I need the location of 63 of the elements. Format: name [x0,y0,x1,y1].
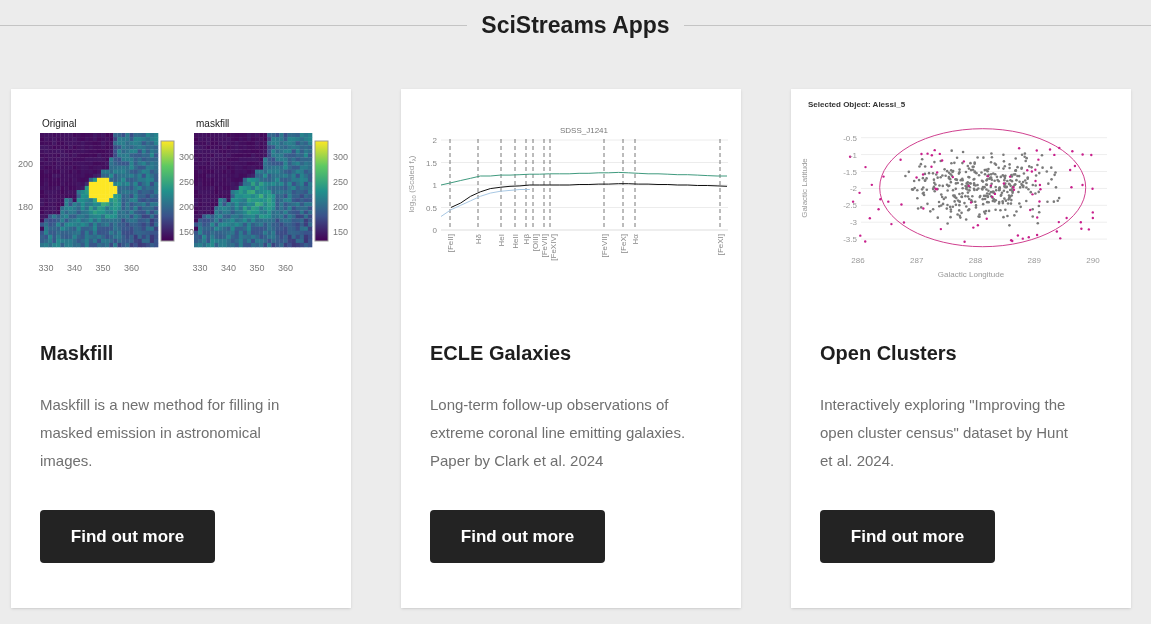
plot-title: Original [42,118,77,129]
plot-title: maskfill [196,118,230,129]
tick-label: -1 [849,150,857,160]
card-description: Long-term follow-up observations of extreme coronal line emitting galaxies. Paper by Clark et al. 2024 [430,395,687,471]
find-out-more-button[interactable]: Find out more [40,510,215,563]
line-label: Hδ [474,234,483,245]
line-label: [FeVII] [600,234,609,258]
tick-label: -3 [849,218,857,228]
card-description: Interactively exploring "Improving the open cluster census" dataset by Hunt et al. 2024. [820,395,1069,471]
card-description: Maskfill is a new method for filling in masked emission in astronomical images. [40,395,281,471]
tick-label: 289 [1027,256,1041,265]
tick-label: 340 [221,263,236,273]
card-title: Open Clusters [820,341,958,366]
line-label: [OIII] [530,234,540,252]
line-label: [FeXIV] [548,234,558,261]
tick-label: 250 [179,177,195,187]
tick-label: 200 [333,202,349,212]
tick-label: 360 [124,263,139,273]
line-label: HeII [511,234,520,249]
tick-label: 300 [179,152,195,162]
tick-label: 350 [95,263,111,273]
tick-label: -3.5 [843,235,857,245]
tick-label: 0 [432,226,437,235]
line-label: [FeII] [446,234,455,253]
find-out-more-button[interactable]: Find out more [430,510,605,563]
line-label: Hα [631,234,640,245]
tick-label: 200 [17,159,33,169]
axis-label: Galactic Longitude [937,270,1005,279]
card-title: ECLE Galaxies [430,341,573,366]
line-label: [FeX] [619,234,628,254]
tick-label: 180 [17,202,33,212]
tick-label: 330 [38,263,54,273]
tick-label: 0.5 [425,203,437,213]
tick-label: 360 [278,263,293,273]
tick-label: 330 [192,263,208,273]
tick-label: 300 [333,152,349,162]
line-label: [FeVII] [540,234,549,258]
tick-label: -0.5 [843,133,857,143]
tick-label: 2 [432,136,437,145]
axis-label: Galactic Latitude [800,158,809,218]
card-title: Maskfill [40,341,115,366]
tick-label: 150 [179,227,195,237]
tick-label: 1 [432,181,437,190]
plot-title: SDSS_J1241 [560,126,608,135]
page-title: SciStreams Apps [480,10,671,40]
tick-label: 1.5 [425,158,437,168]
tick-label: -2.5 [843,201,857,211]
find-out-more-button[interactable]: Find out more [820,510,995,563]
tick-label: 250 [333,177,349,187]
tick-label: -1.5 [843,167,857,177]
line-label: Hβ [522,234,531,245]
tick-label: 286 [851,256,865,265]
line-label: [FeXI] [716,234,725,256]
tick-label: 288 [968,256,983,265]
tick-label: 350 [249,263,265,273]
tick-label: -2 [849,184,857,194]
plot-title: Selected Object: Alessi_5 [808,100,906,109]
tick-label: 200 [179,202,195,212]
tick-label: 290 [1086,256,1100,265]
tick-label: 340 [67,263,82,273]
line-label: HeI [497,234,506,247]
tick-label: 287 [910,256,924,265]
tick-label: 150 [333,227,349,237]
